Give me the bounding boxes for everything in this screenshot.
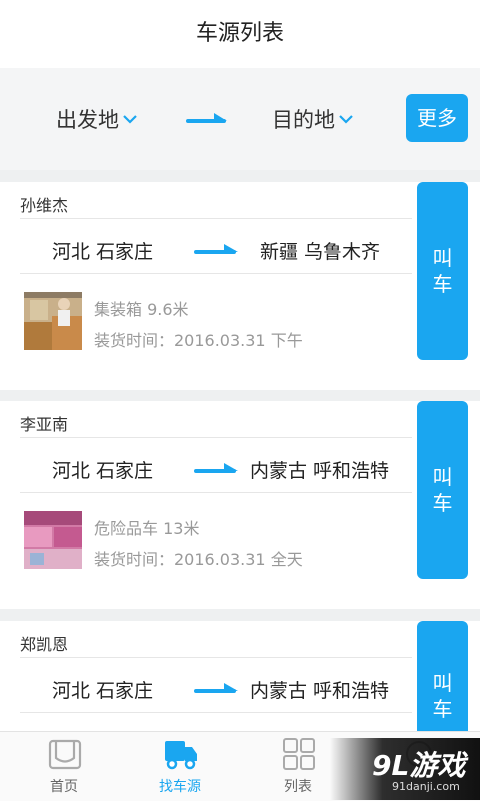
divider [20,657,412,658]
vehicle-card[interactable]: 李亚南 河北 石家庄 内蒙古 呼和浩特 危险品车 13米 装货时间：2016.0… [0,401,480,609]
route-origin: 河北 石家庄 [52,241,154,263]
route-destination: 内蒙古 呼和浩特 [250,460,390,482]
divider [20,492,412,493]
tab-find-vehicles[interactable]: 找车源 [120,732,240,801]
chevron-down-icon [123,115,137,124]
driver-name: 郑凯恩 [20,635,69,654]
load-time: 装货时间：2016.03.31 下午 [94,331,303,350]
chevron-down-icon [339,115,353,124]
load-time: 装货时间：2016.03.31 全天 [94,550,303,569]
vehicle-card[interactable]: 郑凯恩 河北 石家庄 内蒙古 呼和浩特 叫 车 [0,621,480,731]
truck-icon [165,741,197,770]
divider [20,437,412,438]
route-origin: 河北 石家庄 [52,680,154,702]
tab-label: 首页 [50,779,78,795]
call-vehicle-button[interactable]: 叫 车 [417,621,468,731]
call-vehicle-button[interactable]: 叫 车 [417,182,468,360]
vehicle-type: 危险品车 13米 [94,519,200,538]
call-vehicle-button[interactable]: 叫 车 [417,401,468,579]
grid-icon [283,738,315,770]
route-origin: 河北 石家庄 [52,460,154,482]
divider [20,712,412,713]
call-label: 车 [432,491,453,515]
call-label: 叫 [432,465,453,489]
cargo-photo [24,511,82,569]
destination-selector[interactable]: 目的地 [272,104,353,134]
cargo-photo [24,292,82,350]
origin-selector[interactable]: 出发地 [56,104,137,134]
route-row: 河北 石家庄 内蒙古 呼和浩特 [0,445,410,497]
call-label: 车 [432,272,453,296]
page-title: 车源列表 [0,0,480,68]
divider [20,218,412,219]
watermark-brand: 9L游戏 [372,749,466,782]
route-arrow-icon [194,683,238,693]
watermark: 9L游戏 91danji.com [330,738,480,800]
route-destination: 内蒙古 呼和浩特 [250,680,390,702]
route-arrow-icon [194,244,238,254]
vehicle-type: 集装箱 9.6米 [94,300,189,319]
origin-label: 出发地 [56,108,119,132]
call-label: 叫 [432,671,453,695]
driver-name: 李亚南 [20,415,69,434]
tab-home[interactable]: 首页 [4,732,124,801]
call-label: 叫 [432,246,453,270]
driver-name: 孙维杰 [20,196,69,215]
tab-label: 找车源 [159,779,201,795]
route-row: 河北 石家庄 新疆 乌鲁木齐 [0,226,410,278]
home-icon [48,739,82,770]
route-row: 河北 石家庄 内蒙古 呼和浩特 [0,665,410,717]
route-filter-bar: 出发地 目的地 更多 [0,68,480,170]
watermark-url: 91danji.com [392,780,460,793]
destination-label: 目的地 [272,108,335,132]
divider [20,273,412,274]
call-label: 车 [432,697,453,721]
vehicle-card[interactable]: 孙维杰 河北 石家庄 新疆 乌鲁木齐 集装箱 9.6米 装货时间：2016.03… [0,182,480,390]
route-destination: 新疆 乌鲁木齐 [260,241,381,263]
more-button[interactable]: 更多 [406,94,468,142]
route-arrow-icon [194,463,238,473]
route-arrow-icon [186,113,227,123]
